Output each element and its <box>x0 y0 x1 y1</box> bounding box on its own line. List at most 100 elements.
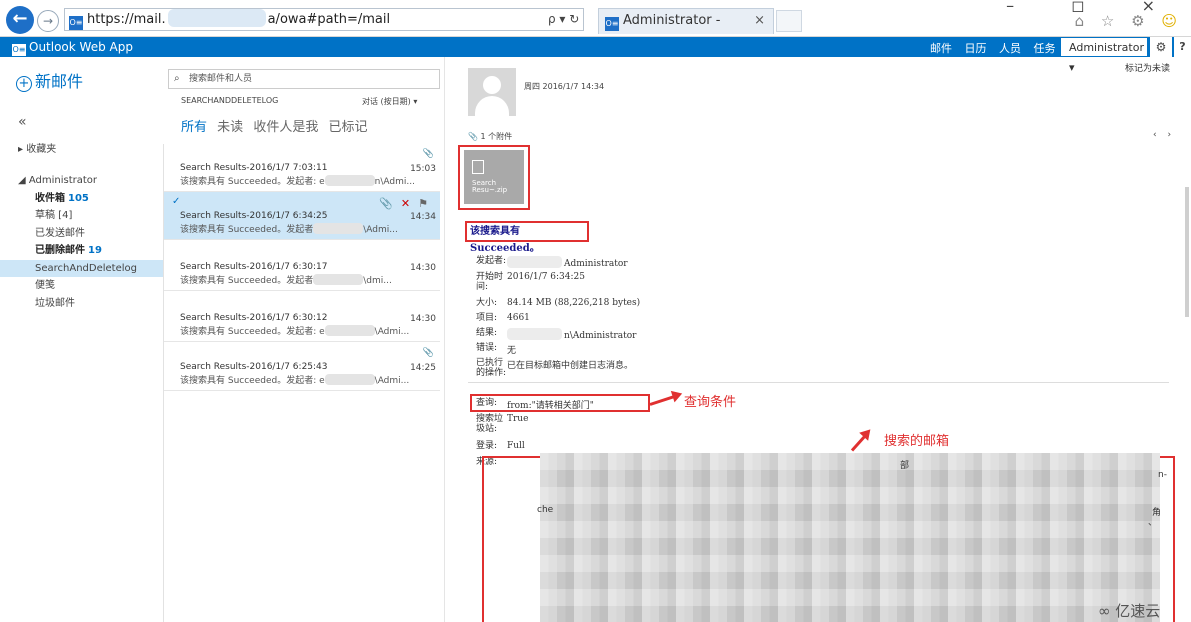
address-bar[interactable]: O≡ https://mail. a/owa#path=/mail <box>64 8 584 31</box>
outlook-favicon-icon: O≡ <box>69 16 83 30</box>
folder-label: 垃圾邮件 <box>35 297 75 309</box>
new-mail-button[interactable]: + 新邮件 <box>16 68 83 92</box>
search-icon: ⌕ <box>174 73 180 84</box>
watermark-logo: ∞ 亿速云 <box>1098 602 1161 620</box>
app-logo: O≡ Outlook Web App <box>12 40 133 56</box>
annotation-query-label: 查询条件 <box>684 395 737 410</box>
folder-deleted[interactable]: 已删除邮件 19 <box>0 242 163 260</box>
filter-bar: 所有 未读 收件人是我 已标记 <box>181 116 373 135</box>
folder-label: 便笺 <box>35 280 55 291</box>
filter-all[interactable]: 所有 <box>181 120 207 135</box>
annotation-arrow-mailbox <box>850 431 870 452</box>
message-time: 14:30 <box>410 314 436 324</box>
message-item[interactable]: 📎 Search Results-2016/1/7 6:25:43 14:25 … <box>164 343 440 391</box>
folder-searchanddeletelog[interactable]: SearchAndDeletelog <box>0 259 163 277</box>
result-headline: 该搜索具有 Succeeded。 <box>465 221 589 254</box>
attachment-icon: 📎 <box>422 149 434 159</box>
message-preview: 该搜索具有 Succeeded。发起者: e \Admi... <box>180 325 410 337</box>
address-search-refresh-icon[interactable]: ρ ▾ ↻ <box>548 12 579 26</box>
folder-heading: SEARCHANDDELETELOG <box>181 96 279 105</box>
user-menu[interactable]: Administrator ▾ <box>1060 37 1148 74</box>
nav-mail[interactable]: 邮件 <box>930 42 952 55</box>
message-subject: Search Results-2016/1/7 6:34:25 <box>180 211 328 221</box>
attachment-icon: 📎 <box>422 348 434 358</box>
tab-close-icon[interactable]: × <box>754 9 765 33</box>
message-subject: Search Results-2016/1/7 6:30:17 <box>180 262 328 272</box>
delete-icon[interactable]: ✕ <box>401 197 418 210</box>
redacted-host <box>167 9 266 27</box>
collapse-pane-button[interactable]: « <box>18 114 27 130</box>
home-star-gear-icon[interactable]: ⌂ ☆ ⚙ <box>1075 12 1151 30</box>
message-item[interactable]: 📎 Search Results-2016/1/7 7:03:11 15:03 … <box>164 144 440 192</box>
outlook-tab-icon: O≡ <box>605 17 619 31</box>
zip-attachment[interactable]: Search Resu~.zip <box>464 150 524 204</box>
smile-icon[interactable]: ☺ <box>1161 12 1183 30</box>
new-tab-button[interactable] <box>776 10 802 32</box>
app-nav: 邮件 日历 人员 任务 <box>930 40 1065 56</box>
folder-notes[interactable]: 便笺 <box>0 277 163 295</box>
sort-dropdown[interactable]: 对话 (按日期) ▾ <box>362 96 417 107</box>
new-mail-label: 新邮件 <box>35 72 84 91</box>
filter-to-me[interactable]: 收件人是我 <box>253 120 318 135</box>
plus-circle-icon: + <box>16 76 32 92</box>
text-fragment: n- <box>1158 470 1167 480</box>
message-item[interactable]: Search Results-2016/1/7 6:30:12 14:30 该搜… <box>164 294 440 342</box>
folder-label: 已删除邮件 <box>35 245 85 256</box>
mark-unread-link[interactable]: 标记为未读 <box>1125 61 1170 74</box>
message-subject: Search Results-2016/1/7 7:03:11 <box>180 163 328 173</box>
filter-flagged[interactable]: 已标记 <box>328 120 367 135</box>
redacted-mailbox-list <box>540 453 1160 622</box>
attachment-name: Resu~.zip <box>472 186 508 194</box>
flag-icon[interactable]: ⚑ <box>418 197 436 210</box>
filter-unread[interactable]: 未读 <box>217 120 243 135</box>
annotation-arrow-query <box>649 393 679 406</box>
reading-scrollbar[interactable] <box>1183 57 1191 622</box>
unread-count: 105 <box>68 192 89 204</box>
outlook-logo-icon: O≡ <box>12 44 26 56</box>
folder-label: 草稿 [4] <box>35 210 73 221</box>
folder-label: 已发送邮件 <box>35 227 85 239</box>
owa-top-bar: O≡ Outlook Web App 邮件 日历 人员 任务 Administra… <box>0 37 1191 74</box>
folder-junk[interactable]: 垃圾邮件 <box>0 295 163 313</box>
attachment-count: 📎 1 个附件 <box>468 132 513 141</box>
folder-list: ◢ Administrator 收件箱 105 草稿 [4] 已发送邮件 已删除邮… <box>0 172 163 312</box>
message-time: 14:30 <box>410 263 436 273</box>
annotation-mailbox-label: 搜索的邮箱 <box>884 434 950 449</box>
folder-inbox[interactable]: 收件箱 105 <box>0 190 163 208</box>
text-fragment: 部 <box>900 461 910 471</box>
attachment-icon: 📎 <box>379 197 401 210</box>
back-button[interactable]: ← <box>6 6 34 34</box>
message-actions: 📎✕⚑ <box>379 197 436 210</box>
message-time: 15:03 <box>410 164 436 174</box>
message-item-selected[interactable]: ✓ 📎✕⚑ Search Results-2016/1/7 6:34:25 14… <box>164 192 440 240</box>
folder-label: 收件箱 <box>35 192 65 204</box>
settings-gear-icon[interactable]: ⚙ <box>1150 37 1172 57</box>
browser-toolbar-icons[interactable]: ⌂ ☆ ⚙ ☺ <box>1075 12 1183 30</box>
attachment-pager[interactable]: ‹ › <box>1153 130 1175 140</box>
check-icon[interactable]: ✓ <box>172 196 180 207</box>
help-icon[interactable]: ? <box>1174 37 1191 57</box>
folder-sent[interactable]: 已发送邮件 <box>0 225 163 243</box>
message-preview: 该搜索具有 Succeeded。发起者 \Admi... <box>180 223 398 235</box>
file-icon <box>472 160 484 174</box>
url-prefix: https://mail. <box>87 12 166 27</box>
nav-tasks[interactable]: 任务 <box>1034 42 1056 55</box>
message-item[interactable]: Search Results-2016/1/7 6:30:17 14:30 该搜… <box>164 243 440 291</box>
nav-people[interactable]: 人员 <box>999 42 1021 55</box>
favorites-folder[interactable]: ▸ 收藏夹 <box>18 140 56 155</box>
nav-calendar[interactable]: 日历 <box>965 42 987 55</box>
folder-root-administrator[interactable]: ◢ Administrator <box>0 172 163 190</box>
message-preview: 该搜索具有 Succeeded。发起者 \dmi... <box>180 274 392 286</box>
folder-label: SearchAndDeletelog <box>35 262 137 274</box>
url-suffix: a/owa#path=/mail <box>267 12 391 27</box>
search-input[interactable]: ⌕ 搜索邮件和人员 <box>168 69 440 89</box>
text-fragment: 角 <box>1152 508 1162 518</box>
message-date: 周四 2016/1/7 14:34 <box>524 82 605 91</box>
browser-tab[interactable]: O≡Administrator - Outlook ... × <box>598 8 774 52</box>
list-scrollbar[interactable] <box>444 57 445 622</box>
forward-button[interactable]: → <box>37 10 59 32</box>
folder-drafts[interactable]: 草稿 [4] <box>0 207 163 225</box>
message-time: 14:25 <box>410 363 436 373</box>
app-name: Outlook Web App <box>29 40 133 54</box>
folder-label: ◢ Administrator <box>18 175 98 186</box>
